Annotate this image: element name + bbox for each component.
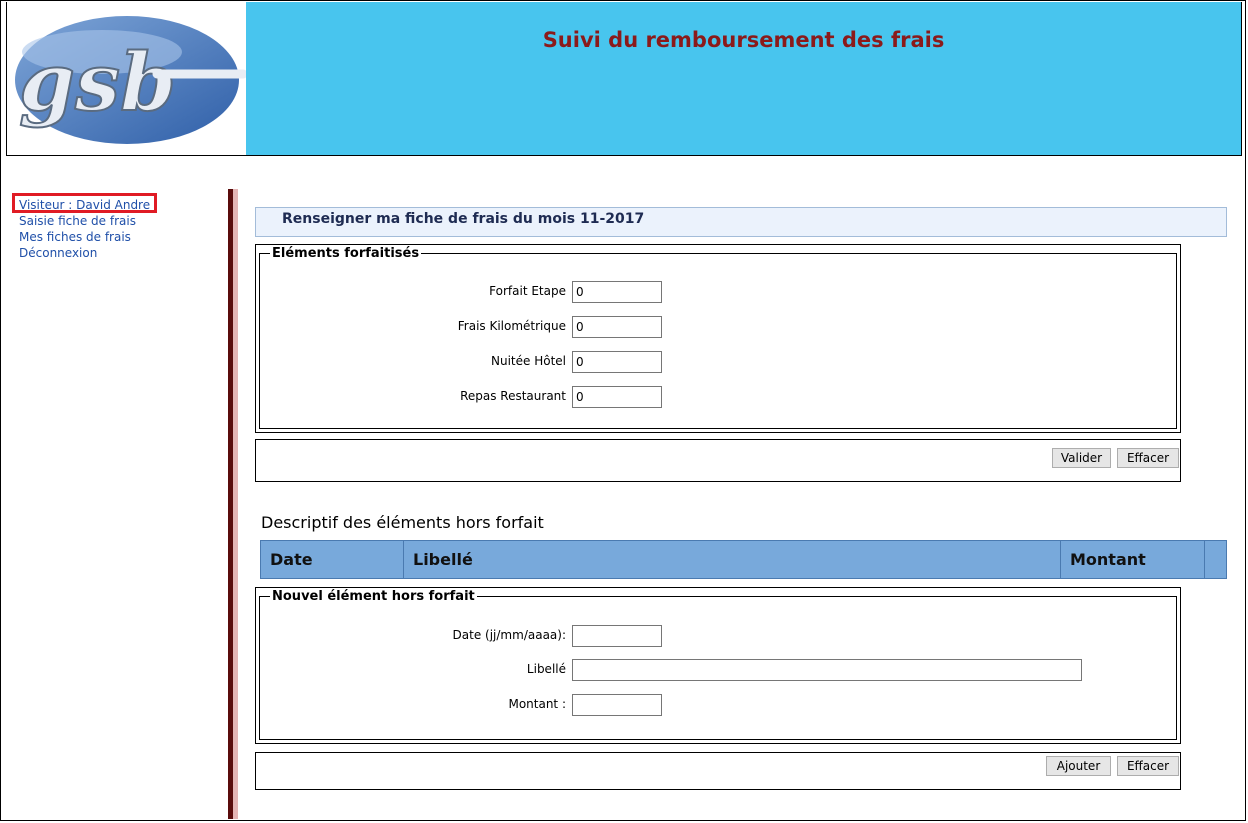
- page-title: Renseigner ma fiche de frais du mois 11-…: [255, 207, 1227, 237]
- nuitee-hotel-input[interactable]: [572, 351, 662, 373]
- libelle-row: Libellé: [300, 659, 566, 681]
- menu-deconnexion-link[interactable]: Déconnexion: [19, 245, 150, 261]
- frais-km-row: Frais Kilométrique: [300, 316, 566, 338]
- forfait-etape-row: Forfait Etape: [300, 281, 566, 303]
- date-label: Date (jj/mm/aaaa):: [452, 628, 566, 642]
- effacer-hors-forfait-button[interactable]: Effacer: [1117, 756, 1179, 776]
- gsb-logo: gsb: [7, 2, 248, 155]
- forfait-legend: Eléments forfaitisés: [272, 246, 420, 261]
- gsb-logo-icon: gsb: [15, 16, 248, 144]
- hors-forfait-heading: Descriptif des éléments hors forfait: [261, 513, 544, 532]
- repas-restaurant-input[interactable]: [572, 386, 662, 408]
- column-libelle: Libellé: [404, 541, 1061, 578]
- visitor-name: Visiteur : David Andre: [19, 198, 151, 212]
- nuitee-hotel-label: Nuitée Hôtel: [491, 354, 566, 368]
- date-row: Date (jj/mm/aaaa):: [300, 625, 566, 647]
- forfait-etape-input[interactable]: [572, 281, 662, 303]
- repas-restaurant-label: Repas Restaurant: [460, 389, 566, 403]
- column-date: Date: [261, 541, 404, 578]
- montant-input[interactable]: [572, 694, 662, 716]
- app-title: Suivi du remboursement des frais: [542, 28, 945, 52]
- svg-text:gsb: gsb: [19, 35, 176, 129]
- montant-label: Montant :: [508, 697, 566, 711]
- hors-forfait-table-header: Date Libellé Montant: [260, 540, 1227, 579]
- montant-row: Montant :: [300, 694, 566, 716]
- repas-restaurant-row: Repas Restaurant: [300, 386, 566, 408]
- separator-light: [233, 189, 238, 819]
- forfait-etape-label: Forfait Etape: [489, 284, 566, 298]
- forfait-buttons-frame: [255, 439, 1181, 482]
- ajouter-button[interactable]: Ajouter: [1046, 756, 1111, 776]
- new-element-legend: Nouvel élément hors forfait: [272, 589, 475, 604]
- nuitee-hotel-row: Nuitée Hôtel: [300, 351, 566, 373]
- column-montant: Montant: [1061, 541, 1205, 578]
- effacer-forfait-button[interactable]: Effacer: [1117, 448, 1179, 468]
- libelle-label: Libellé: [526, 662, 566, 676]
- menu-mes-fiches-link[interactable]: Mes fiches de frais: [19, 229, 150, 245]
- date-input[interactable]: [572, 625, 662, 647]
- left-menu: Visiteur : David Andre Saisie fiche de f…: [19, 197, 150, 261]
- header-banner: gsb Suivi du remboursement des frais: [6, 2, 1242, 156]
- frais-km-input[interactable]: [572, 316, 662, 338]
- new-element-buttons-frame: [255, 752, 1181, 790]
- valider-button[interactable]: Valider: [1052, 448, 1111, 468]
- frais-km-label: Frais Kilométrique: [457, 319, 566, 333]
- libelle-input[interactable]: [572, 659, 1082, 681]
- menu-saisie-fiche-link[interactable]: Saisie fiche de frais: [19, 213, 150, 229]
